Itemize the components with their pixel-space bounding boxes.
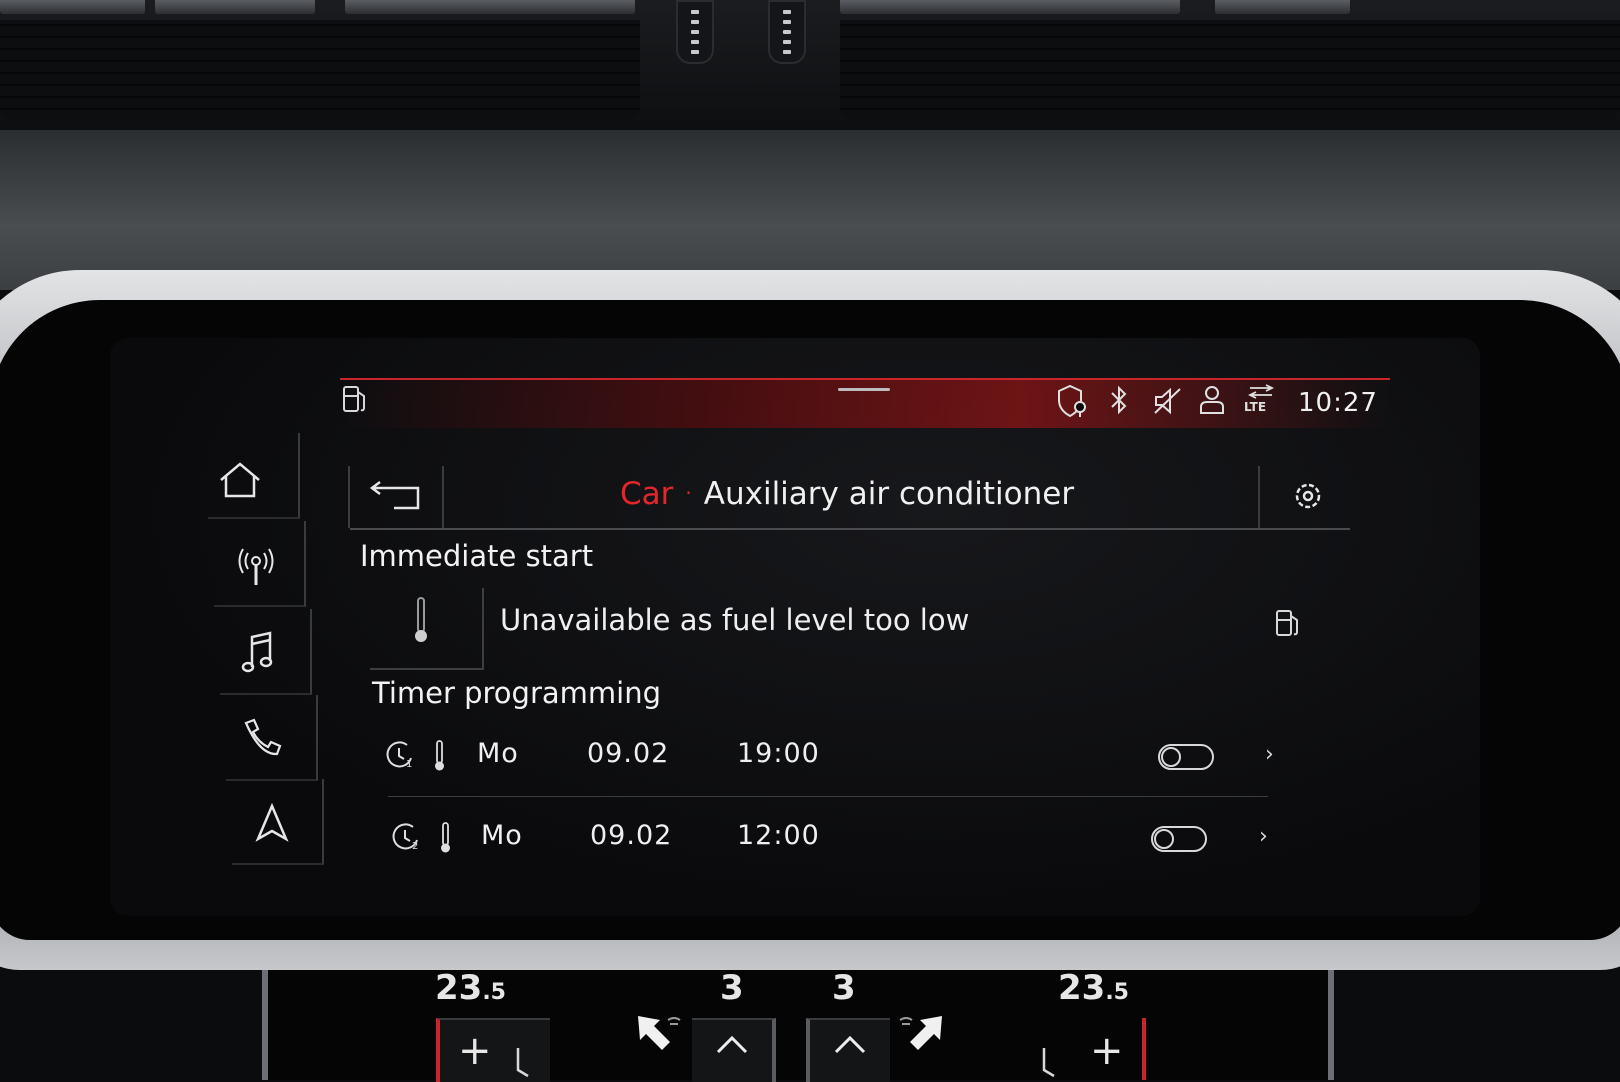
row-divider	[388, 796, 1268, 797]
left-fan-up-button[interactable]	[692, 1018, 776, 1082]
timer-index: 2	[412, 841, 418, 852]
chevron-up-icon	[834, 1035, 866, 1054]
dashboard-top	[0, 0, 1620, 135]
climate-control-panel	[262, 970, 1334, 1080]
nav-phone[interactable]	[226, 695, 318, 781]
immediate-start-heading: Immediate start	[360, 539, 594, 573]
gear-icon	[1295, 483, 1321, 509]
radio-icon	[238, 548, 274, 585]
thermometer-icon	[415, 597, 427, 642]
phone-icon	[244, 718, 282, 756]
home-icon	[220, 462, 260, 498]
dashboard-panel	[0, 130, 1620, 290]
thermometer-icon	[435, 740, 444, 771]
vent-adjuster[interactable]	[676, 0, 714, 64]
trim-strip	[1215, 0, 1350, 14]
location-shield-icon	[1058, 384, 1086, 418]
user-icon	[1200, 386, 1224, 414]
mute-icon	[1154, 387, 1181, 415]
left-temp-up-button[interactable]	[436, 1018, 550, 1082]
right-temperature: 23.5	[1058, 968, 1129, 1008]
breadcrumb-parent[interactable]: Car	[620, 476, 673, 512]
immediate-start-message: Unavailable as fuel level too low	[500, 603, 970, 637]
nav-home[interactable]	[208, 433, 300, 519]
timer-toggle[interactable]	[1158, 744, 1214, 770]
back-button[interactable]	[348, 466, 444, 528]
right-plus-label: +	[1090, 1028, 1124, 1074]
timer-date: 09.02	[587, 738, 670, 769]
immediate-start-tile[interactable]	[370, 588, 484, 670]
left-temperature: 23.5	[435, 968, 506, 1008]
chevron-right-icon[interactable]: ›	[1259, 824, 1268, 849]
fuel-icon	[1276, 610, 1298, 636]
trim-strip	[155, 0, 315, 14]
left-temp-decimal: .5	[482, 980, 506, 1005]
timer-time: 19:00	[737, 738, 820, 769]
timer-programming-heading: Timer programming	[372, 676, 661, 710]
settings-button[interactable]	[1258, 466, 1350, 528]
air-vent-right	[840, 20, 1620, 120]
side-navigation	[208, 433, 328, 865]
right-temp-decimal: .5	[1105, 980, 1129, 1005]
nav-navigation[interactable]	[232, 779, 324, 865]
lte-icon: LTE	[1242, 384, 1282, 416]
left-fan-level: 3	[720, 968, 744, 1008]
nav-media[interactable]	[220, 609, 312, 695]
music-icon	[241, 631, 273, 673]
airflow-arrow-right-icon[interactable]	[892, 1012, 948, 1064]
status-bar-pull-handle[interactable]	[838, 388, 890, 391]
breadcrumb-separator: ·	[685, 481, 692, 505]
chevron-up-icon	[716, 1035, 748, 1054]
timer-toggle[interactable]	[1151, 826, 1207, 852]
air-vent-left	[0, 20, 640, 120]
left-temp-value: 23	[435, 968, 483, 1008]
chevron-right-icon[interactable]: ›	[1265, 742, 1274, 767]
clock: 10:27	[1298, 388, 1378, 418]
toggle-knob	[1161, 747, 1181, 767]
status-bar	[340, 378, 1390, 428]
timer-time: 12:00	[737, 820, 820, 851]
lte-label: LTE	[1244, 400, 1267, 414]
back-arrow-icon	[369, 481, 420, 510]
breadcrumb: Car · Auxiliary air conditioner	[620, 476, 1074, 512]
right-fan-level: 3	[832, 968, 856, 1008]
left-plus-label: +	[458, 1028, 492, 1074]
right-temp-up-button[interactable]	[1032, 1018, 1146, 1080]
thermometer-icon	[441, 822, 450, 853]
timer-day: Mo	[481, 820, 523, 851]
timer-day: Mo	[477, 738, 519, 769]
timer-index: 1	[406, 759, 412, 770]
fuel-icon	[343, 386, 365, 412]
bluetooth-icon	[1111, 385, 1127, 415]
right-fan-up-button[interactable]	[806, 1018, 890, 1082]
trim-strip	[840, 0, 1180, 14]
trim-strip	[0, 0, 145, 14]
nav-radio[interactable]	[214, 521, 306, 607]
page-title: Auxiliary air conditioner	[703, 476, 1075, 512]
header-divider	[350, 528, 1350, 530]
seat-heat-icon	[516, 1048, 529, 1078]
right-temp-value: 23	[1058, 968, 1106, 1008]
toggle-knob	[1154, 829, 1174, 849]
timer-row[interactable]: 1 Mo 09.02 19:00 ›	[385, 738, 1285, 808]
timer-date: 09.02	[590, 820, 673, 851]
airflow-arrow-left-icon[interactable]	[632, 1012, 688, 1064]
trim-strip	[345, 0, 635, 14]
timer-clock-icon: 1	[386, 741, 412, 770]
vent-adjuster[interactable]	[768, 0, 806, 64]
timer-row[interactable]: 2 Mo 09.02 12:00 ›	[391, 820, 1291, 890]
timer-clock-icon: 2	[392, 823, 418, 852]
navigation-icon	[255, 803, 289, 842]
